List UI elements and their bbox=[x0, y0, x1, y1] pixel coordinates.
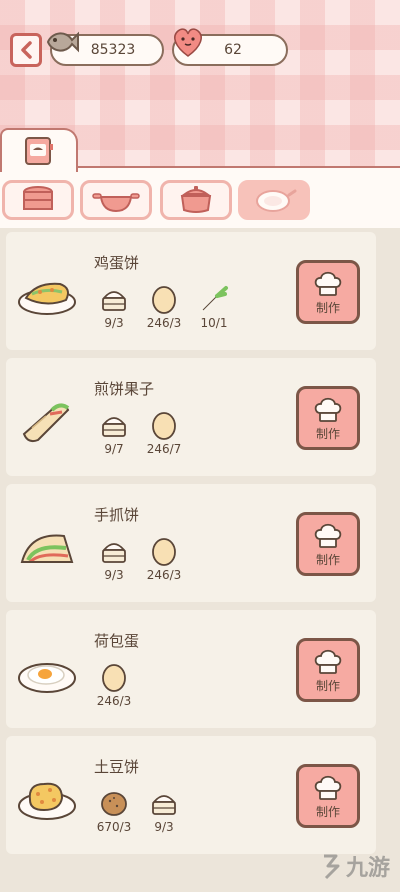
make-button[interactable]: 制作 bbox=[296, 386, 360, 450]
heart-icon bbox=[174, 28, 202, 57]
make-button[interactable]: 制作 bbox=[296, 260, 360, 324]
egg-icon bbox=[152, 286, 176, 314]
hand-pancake-icon bbox=[20, 534, 74, 564]
potato-pancake-icon bbox=[18, 782, 76, 820]
heart-count: 62 bbox=[224, 42, 242, 58]
ingredient-egg: 246/3 bbox=[136, 284, 192, 330]
egg-pancake-icon bbox=[18, 282, 76, 315]
watermark-text: 九游 bbox=[346, 856, 391, 881]
recipe-card: 煎饼果子 9/7 246/7 制作 bbox=[6, 358, 376, 476]
egg-icon bbox=[102, 664, 126, 692]
dish-name: 煎饼果子 bbox=[94, 380, 155, 398]
back-button[interactable] bbox=[10, 33, 42, 67]
egg-icon bbox=[152, 412, 176, 440]
ingredient-potato: 670/3 bbox=[86, 788, 142, 834]
dish-name: 土豆饼 bbox=[94, 758, 140, 776]
recipe-book-icon bbox=[25, 137, 53, 165]
tab-wok[interactable] bbox=[80, 180, 152, 220]
recipe-book-tab[interactable] bbox=[0, 128, 78, 172]
dish-name: 手抓饼 bbox=[94, 506, 140, 524]
plate-icon bbox=[256, 189, 297, 212]
ingredient-egg: 246/3 bbox=[86, 662, 142, 708]
ingredient-egg: 246/7 bbox=[136, 410, 192, 456]
recipe-card: 鸡蛋饼 9/3 246/3 10/1 制作 bbox=[6, 232, 376, 350]
scallion-icon bbox=[200, 286, 228, 313]
steamer-icon bbox=[23, 186, 53, 210]
ingredient-flour: 9/7 bbox=[86, 410, 142, 456]
egg-icon bbox=[152, 538, 176, 566]
make-button[interactable]: 制作 bbox=[296, 638, 360, 702]
chef-hat-icon bbox=[314, 775, 342, 800]
chef-hat-icon bbox=[314, 649, 342, 674]
ingredient-flour: 9/3 bbox=[86, 536, 142, 582]
make-label: 制作 bbox=[315, 553, 340, 567]
ingredient-count: 246/7 bbox=[146, 442, 182, 456]
ingredient-count: 9/3 bbox=[154, 820, 174, 834]
ingredient-count: 9/7 bbox=[104, 442, 124, 456]
dish-name: 鸡蛋饼 bbox=[94, 254, 140, 272]
ingredient-flour: 9/3 bbox=[136, 788, 192, 834]
make-button[interactable]: 制作 bbox=[296, 764, 360, 828]
ingredient-count: 670/3 bbox=[96, 820, 132, 834]
make-button[interactable]: 制作 bbox=[296, 512, 360, 576]
recipe-card: 荷包蛋 246/3 制作 bbox=[6, 610, 376, 728]
flour-icon bbox=[152, 795, 176, 815]
chef-hat-icon bbox=[314, 523, 342, 548]
ingredient-count: 246/3 bbox=[146, 568, 182, 582]
chef-hat-icon bbox=[314, 271, 342, 296]
fish-icon bbox=[46, 31, 79, 53]
make-label: 制作 bbox=[315, 805, 340, 819]
ingredient-flour: 9/3 bbox=[86, 284, 142, 330]
fried-egg-icon bbox=[18, 663, 76, 693]
recipe-card: 手抓饼 9/3 246/3 制作 bbox=[6, 484, 376, 602]
ingredient-count: 9/3 bbox=[104, 568, 124, 582]
pot-icon bbox=[180, 186, 212, 213]
flour-icon bbox=[102, 417, 126, 437]
flour-icon bbox=[102, 543, 126, 563]
chef-hat-icon bbox=[314, 397, 342, 422]
ingredient-egg: 246/3 bbox=[136, 536, 192, 582]
ingredient-count: 9/3 bbox=[104, 316, 124, 330]
watermark-logo-icon bbox=[324, 854, 340, 880]
tab-pot[interactable] bbox=[160, 180, 232, 220]
ingredient-count: 10/1 bbox=[200, 316, 228, 330]
make-label: 制作 bbox=[315, 301, 340, 315]
ingredient-scallion: 10/1 bbox=[186, 284, 242, 330]
potato-icon bbox=[101, 792, 127, 816]
make-label: 制作 bbox=[315, 679, 340, 693]
wok-icon bbox=[92, 193, 140, 213]
ingredient-count: 246/3 bbox=[96, 694, 132, 708]
fish-count: 85323 bbox=[90, 42, 136, 58]
ingredient-count: 246/3 bbox=[146, 316, 182, 330]
make-label: 制作 bbox=[315, 427, 340, 441]
watermark: 九游 bbox=[318, 846, 398, 886]
tab-steamer[interactable] bbox=[2, 180, 74, 220]
flour-icon bbox=[102, 291, 126, 311]
tab-plate[interactable] bbox=[238, 180, 310, 220]
recipe-list[interactable]: 鸡蛋饼 9/3 246/3 10/1 制作 煎饼果子 9/7 246/7 制作 … bbox=[0, 228, 400, 892]
recipe-card: 土豆饼 670/3 9/3 制作 bbox=[6, 736, 376, 854]
dish-name: 荷包蛋 bbox=[94, 632, 140, 650]
jianbing-icon bbox=[22, 403, 70, 443]
chevron-left-icon bbox=[21, 41, 32, 59]
